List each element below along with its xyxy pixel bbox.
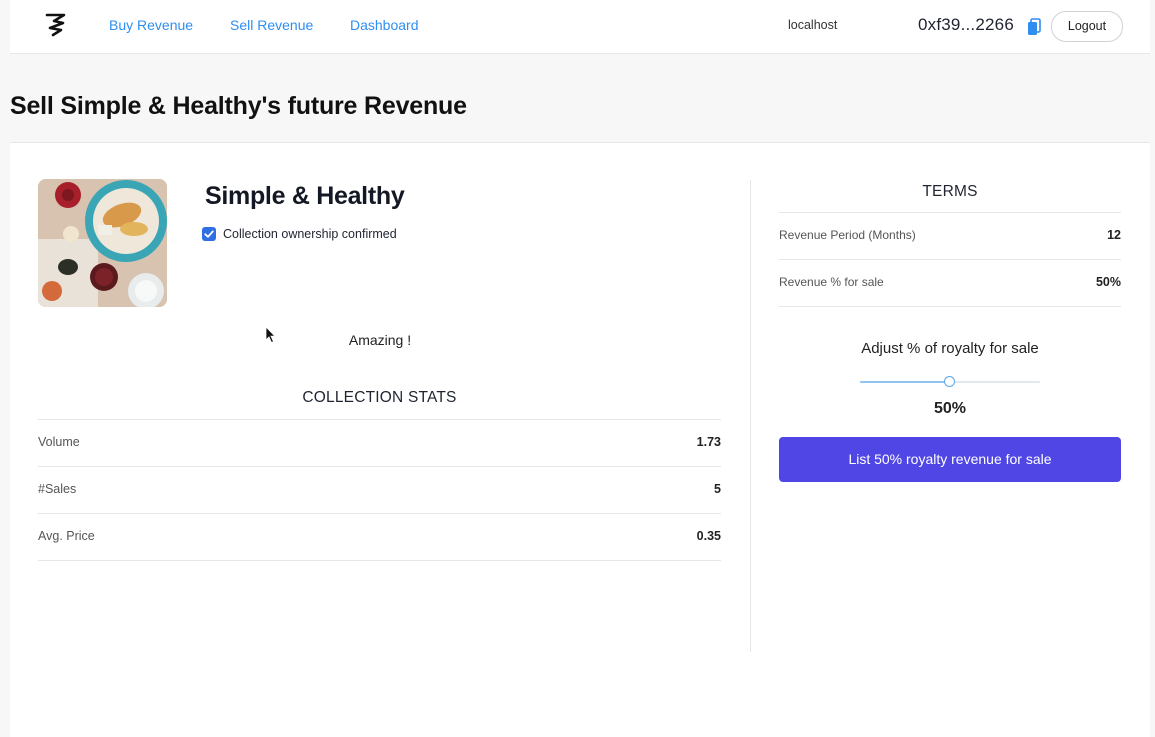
page-title: Sell Simple & Healthy's future Revenue — [10, 92, 467, 120]
mouse-cursor-icon — [265, 326, 276, 344]
sell-panel: Simple & Healthy Collection ownership co… — [10, 143, 1150, 737]
stat-label: Avg. Price — [38, 529, 95, 543]
terms-heading: TERMS — [922, 183, 978, 200]
ownership-checkbox[interactable] — [202, 227, 216, 241]
stat-label: Volume — [38, 435, 80, 449]
column-divider — [750, 180, 751, 652]
terms-table: Revenue Period (Months) 12 Revenue % for… — [779, 212, 1121, 307]
stat-row-sales: #Sales 5 — [38, 466, 721, 513]
term-label: Revenue % for sale — [779, 275, 884, 289]
logo-icon[interactable] — [44, 12, 68, 38]
royalty-slider-label: Adjust % of royalty for sale — [861, 340, 1039, 357]
slider-fill — [860, 381, 950, 383]
title-band: Sell Simple & Healthy's future Revenue — [10, 54, 1150, 143]
stat-label: #Sales — [38, 482, 77, 496]
stat-row-avg-price: Avg. Price 0.35 — [38, 513, 721, 561]
stats-heading: COLLECTION STATS — [302, 389, 457, 406]
nav-link-buy-revenue[interactable]: Buy Revenue — [109, 17, 193, 33]
logout-button[interactable]: Logout — [1051, 11, 1123, 42]
page: Buy Revenue Sell Revenue Dashboard local… — [10, 0, 1150, 737]
copy-icon[interactable] — [1027, 18, 1041, 36]
collection-image — [38, 179, 167, 307]
royalty-slider[interactable] — [860, 376, 1040, 388]
term-label: Revenue Period (Months) — [779, 228, 916, 242]
list-royalty-button[interactable]: List 50% royalty revenue for sale — [779, 437, 1121, 482]
stats-table: Volume 1.73 #Sales 5 Avg. Price 0.35 — [38, 419, 721, 561]
stat-value: 1.73 — [696, 435, 721, 449]
stat-row-volume: Volume 1.73 — [38, 419, 721, 466]
slider-thumb[interactable] — [944, 376, 955, 387]
term-value: 12 — [1107, 228, 1121, 242]
top-nav: Buy Revenue Sell Revenue Dashboard local… — [10, 0, 1150, 54]
nav-link-sell-revenue[interactable]: Sell Revenue — [230, 17, 313, 33]
term-row-revenue-percent: Revenue % for sale 50% — [779, 259, 1121, 307]
check-icon — [204, 230, 214, 238]
network-host: localhost — [788, 18, 838, 32]
collection-description: Amazing ! — [348, 332, 412, 348]
ownership-label: Collection ownership confirmed — [223, 227, 397, 241]
royalty-slider-value: 50% — [933, 400, 967, 417]
term-value: 50% — [1095, 275, 1121, 289]
stat-value: 0.35 — [696, 529, 721, 543]
collection-name: Simple & Healthy — [205, 182, 405, 210]
nav-link-dashboard[interactable]: Dashboard — [350, 17, 419, 33]
term-row-revenue-period: Revenue Period (Months) 12 — [779, 212, 1121, 259]
wallet-address: 0xf39...2266 — [918, 15, 1014, 34]
stat-value: 5 — [714, 482, 721, 496]
